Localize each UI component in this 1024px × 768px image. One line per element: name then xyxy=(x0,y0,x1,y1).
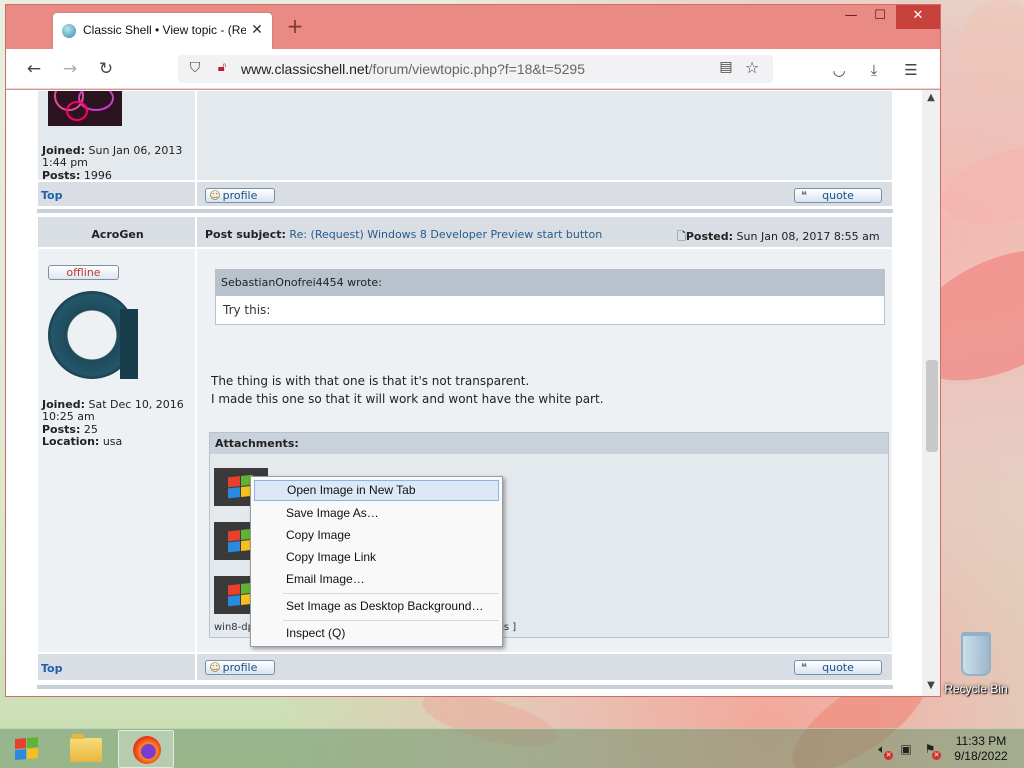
post-footer-left: Top xyxy=(37,653,196,681)
action-center-flag-icon[interactable]: ⚑ ✕ xyxy=(922,741,941,760)
menu-separator xyxy=(283,593,499,594)
site-favicon-icon xyxy=(62,24,76,38)
clock-date: 9/18/2022 xyxy=(954,749,1008,763)
prev-post-footer-left: Top xyxy=(37,181,196,207)
navigation-toolbar: ← → ↻ ⛉ 🔓︎ www.classicshell.net/forum/vi… xyxy=(6,49,940,89)
prev-post-avatar xyxy=(48,91,122,126)
scroll-up-icon[interactable]: ▲ xyxy=(922,92,940,106)
context-menu: Open Image in New Tab Save Image As… Cop… xyxy=(250,476,503,647)
downloads-icon[interactable]: ⤓ xyxy=(863,59,885,81)
url-text[interactable]: www.classicshell.net/forum/viewtopic.php… xyxy=(241,61,585,77)
vertical-scrollbar[interactable]: ▲ ▼ xyxy=(922,90,940,696)
menu-item-set-desktop-background[interactable]: Set Image as Desktop Background… xyxy=(254,596,499,617)
post-divider xyxy=(37,684,893,690)
post-subject-header: Post subject: Re: (Request) Windows 8 De… xyxy=(196,216,893,248)
bookmark-star-icon[interactable]: ☆ xyxy=(742,58,762,78)
start-button[interactable] xyxy=(0,729,54,768)
prev-post-body-cell xyxy=(196,90,893,181)
post-footer-right: ☺ profile ❝ quote xyxy=(196,653,893,681)
menu-item-open-image-new-tab[interactable]: Open Image in New Tab xyxy=(254,480,499,501)
volume-muted-icon[interactable]: 🔈︎ ✕ xyxy=(874,741,893,760)
quote-text: Try this: xyxy=(223,303,271,317)
taskbar: 🔈︎ ✕ ▣ ⚑ ✕ 11:33 PM 9/18/2022 xyxy=(0,728,1024,768)
browser-tab[interactable]: Classic Shell • View topic - (Req ✕ xyxy=(53,13,272,49)
firefox-icon xyxy=(133,736,161,764)
post-date: 🗋︎Posted: Sun Jan 08, 2017 8:55 am xyxy=(677,230,880,243)
recycle-bin-desktop-icon[interactable]: Recycle Bin xyxy=(943,630,1009,700)
address-bar[interactable]: ⛉ 🔓︎ www.classicshell.net/forum/viewtopi… xyxy=(178,55,773,83)
tab-title: Classic Shell • View topic - (Req xyxy=(83,23,246,37)
quote-block: SebastianOnofrei4454 wrote: Try this: xyxy=(215,269,885,325)
minimize-button[interactable]: — xyxy=(836,5,866,29)
profile-button[interactable]: ☺ profile xyxy=(205,660,275,675)
pocket-icon[interactable]: ◡ xyxy=(828,59,850,81)
post-subject: Post subject: Re: (Request) Windows 8 De… xyxy=(205,228,603,241)
windows-logo-icon xyxy=(15,737,39,761)
hamburger-menu-icon[interactable]: ☰ xyxy=(900,59,922,81)
quote-button[interactable]: ❝ quote xyxy=(794,660,882,675)
post-location: Location: usa xyxy=(42,435,123,448)
taskbar-file-explorer[interactable] xyxy=(58,730,114,768)
back-arrow-icon[interactable]: ← xyxy=(22,57,46,81)
close-tab-icon[interactable]: ✕ xyxy=(248,21,266,39)
quote-author: SebastianOnofrei4454 wrote: xyxy=(216,270,884,296)
top-link[interactable]: Top xyxy=(41,189,62,202)
scroll-down-icon[interactable]: ▼ xyxy=(922,680,940,694)
menu-item-copy-image-link[interactable]: Copy Image Link xyxy=(254,547,499,568)
wallpaper-petal xyxy=(933,131,1024,239)
post-author-header: AcroGen xyxy=(37,216,196,248)
taskbar-firefox[interactable] xyxy=(118,730,174,768)
maximize-button[interactable]: ☐ xyxy=(865,5,895,29)
close-window-button[interactable]: ✕ xyxy=(896,5,940,29)
new-tab-button[interactable]: + xyxy=(285,16,305,37)
post-text: The thing is with that one is that it's … xyxy=(211,374,604,406)
tab-strip: Classic Shell • View topic - (Req ✕ + — … xyxy=(6,5,940,49)
menu-separator xyxy=(283,620,499,621)
profile-icon: ☺ xyxy=(209,661,221,674)
prev-post-author-cell: Joined: Sun Jan 06, 2013 1:44 pm Posts: … xyxy=(37,90,196,182)
prev-post-footer-right: ☺ profile ❝ quote xyxy=(196,181,893,207)
profile-icon: ☺ xyxy=(209,189,221,202)
menu-item-email-image[interactable]: Email Image… xyxy=(254,569,499,590)
recycle-bin-icon xyxy=(961,632,991,676)
quote-icon: ❝ xyxy=(801,661,807,674)
prev-post-joined: Joined: Sun Jan 06, 2013 1:44 pm xyxy=(42,144,183,169)
reader-view-icon[interactable]: ▤ xyxy=(716,59,736,79)
quote-icon: ❝ xyxy=(801,189,807,202)
post-icon: 🗋︎ xyxy=(677,230,686,243)
recycle-bin-label: Recycle Bin xyxy=(944,682,1008,696)
reload-icon[interactable]: ↻ xyxy=(94,57,118,81)
top-link[interactable]: Top xyxy=(41,662,62,675)
scrollbar-thumb[interactable] xyxy=(926,360,938,452)
folder-icon xyxy=(70,734,102,762)
post-divider xyxy=(37,208,893,214)
network-icon[interactable]: ▣ xyxy=(898,741,914,757)
post-author-name[interactable]: AcroGen xyxy=(38,228,197,241)
attachments-header: Attachments: xyxy=(210,433,888,454)
taskbar-clock[interactable]: 11:33 PM 9/18/2022 xyxy=(946,734,1016,764)
profile-button[interactable]: ☺ profile xyxy=(205,188,275,203)
post-subject-link[interactable]: Re: (Request) Windows 8 Developer Previe… xyxy=(289,228,602,241)
attachment-filename[interactable]: win8-dp xyxy=(214,622,254,633)
insecure-lock-icon[interactable]: 🔓︎ xyxy=(214,60,230,78)
menu-item-copy-image[interactable]: Copy Image xyxy=(254,525,499,546)
wallpaper-petal xyxy=(960,0,1024,100)
forward-arrow-icon[interactable]: → xyxy=(58,57,82,81)
menu-item-save-image-as[interactable]: Save Image As… xyxy=(254,503,499,524)
quote-button[interactable]: ❝ quote xyxy=(794,188,882,203)
menu-item-inspect[interactable]: Inspect (Q) xyxy=(254,623,499,644)
avatar xyxy=(48,289,140,381)
clock-time: 11:33 PM xyxy=(955,734,1007,748)
post-author-cell: offline Joined: Sat Dec 10, 2016 10:25 a… xyxy=(37,248,196,653)
status-badge: offline xyxy=(48,265,119,280)
post-joined: Joined: Sat Dec 10, 2016 10:25 am xyxy=(42,398,184,423)
tracking-shield-icon[interactable]: ⛉ xyxy=(187,60,203,78)
